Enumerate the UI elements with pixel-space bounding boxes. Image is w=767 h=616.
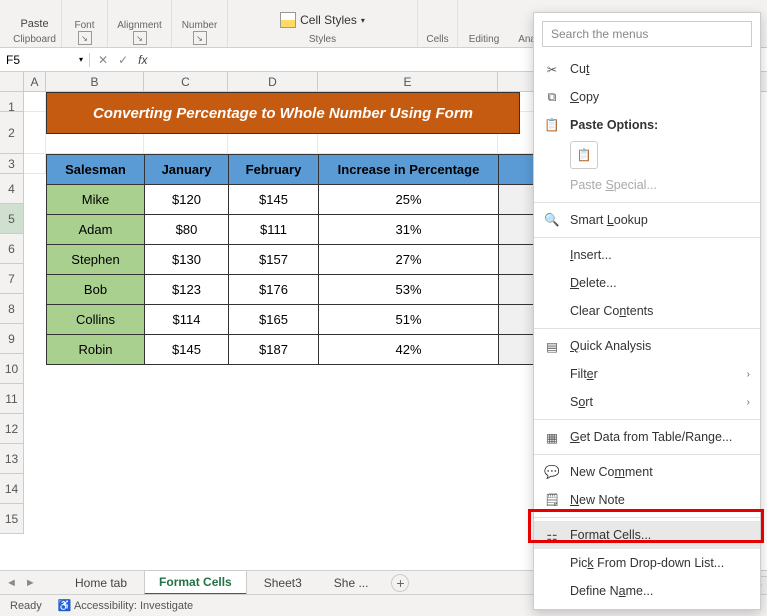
styles-group-label: Styles — [309, 34, 336, 45]
col-header-B[interactable]: B — [46, 72, 144, 91]
row-header[interactable]: 14 — [0, 474, 24, 504]
accept-formula-icon[interactable]: ✓ — [118, 53, 128, 67]
clipboard-group-label: Clipboard — [13, 34, 56, 45]
paste-button[interactable]: Paste — [14, 16, 54, 32]
menu-copy[interactable]: ⧉Copy — [534, 83, 760, 111]
row-header[interactable]: 11 — [0, 384, 24, 414]
tab-sheet3[interactable]: Sheet3 — [249, 571, 317, 594]
quick-analysis-icon: ▤ — [544, 338, 560, 354]
menu-quick-analysis[interactable]: ▤Quick Analysis — [534, 332, 760, 360]
menu-new-comment[interactable]: 💬New Comment — [534, 458, 760, 486]
menu-define-name[interactable]: Define Name... — [534, 577, 760, 605]
tab-format-cells[interactable]: Format Cells — [144, 570, 247, 595]
format-cells-icon: ⚏ — [544, 527, 560, 543]
table-header-salesman[interactable]: Salesman — [47, 155, 145, 185]
menu-format-cells[interactable]: ⚏Format Cells... — [534, 521, 760, 549]
select-all-corner[interactable] — [0, 72, 24, 91]
tab-home[interactable]: Home tab — [60, 571, 142, 594]
menu-paste-special: Paste Special... — [534, 171, 760, 199]
col-header-E[interactable]: E — [318, 72, 498, 91]
menu-pick-dropdown[interactable]: Pick From Drop-down List... — [534, 549, 760, 577]
table-row: Bob$123$17653% — [47, 275, 609, 305]
name-box[interactable]: F5 ▾ — [0, 53, 90, 67]
col-header-C[interactable]: C — [144, 72, 228, 91]
menu-cut[interactable]: ✂Cut — [534, 55, 760, 83]
clipboard-icon: 📋 — [544, 117, 560, 133]
cell-styles-button[interactable]: Cell Styles ▾ — [274, 8, 371, 32]
table-header-february[interactable]: February — [229, 155, 319, 185]
title-banner: Converting Percentage to Whole Number Us… — [46, 92, 520, 134]
row-header[interactable]: 3 — [0, 154, 24, 174]
row-header[interactable]: 10 — [0, 354, 24, 384]
number-group-label: Number — [182, 20, 218, 31]
row-header[interactable]: 6 — [0, 234, 24, 264]
chevron-right-icon: › — [747, 369, 750, 380]
chevron-right-icon: › — [747, 397, 750, 408]
table-header-january[interactable]: January — [145, 155, 229, 185]
menu-smart-lookup[interactable]: 🔍Smart Lookup — [534, 206, 760, 234]
row-header[interactable]: 2 — [0, 112, 24, 154]
row-header[interactable]: 1 — [0, 92, 24, 112]
cell-styles-icon — [280, 12, 296, 28]
row-header[interactable]: 5 — [0, 204, 24, 234]
menu-paste-options-label: 📋Paste Options: — [534, 111, 760, 139]
chevron-down-icon: ▾ — [361, 16, 365, 25]
new-sheet-button[interactable]: + — [391, 574, 409, 592]
menu-filter[interactable]: Filter› — [534, 360, 760, 388]
col-header-A[interactable]: A — [24, 72, 46, 91]
table-row: Stephen$130$15727% — [47, 245, 609, 275]
paste-option-button[interactable]: 📋 — [570, 141, 598, 169]
menu-clear-contents[interactable]: Clear Contents — [534, 297, 760, 325]
copy-icon: ⧉ — [544, 89, 560, 105]
table-row: Collins$114$16551% — [47, 305, 609, 335]
row-header[interactable]: 7 — [0, 264, 24, 294]
alignment-group-label: Alignment — [117, 20, 161, 31]
col-header-D[interactable]: D — [228, 72, 318, 91]
lightbulb-icon: 🔍 — [544, 212, 560, 228]
context-menu: Search the menus ✂Cut ⧉Copy 📋Paste Optio… — [533, 12, 761, 610]
row-header[interactable]: 13 — [0, 444, 24, 474]
menu-new-note[interactable]: 🗒New Note — [534, 486, 760, 514]
menu-sort[interactable]: Sort› — [534, 388, 760, 416]
row-header[interactable]: 9 — [0, 324, 24, 354]
menu-get-data[interactable]: ▦Get Data from Table/Range... — [534, 423, 760, 451]
scissors-icon: ✂ — [544, 61, 560, 77]
row-header[interactable]: 8 — [0, 294, 24, 324]
table-row: Mike$120$14525% — [47, 185, 609, 215]
row-header[interactable]: 4 — [0, 174, 24, 204]
menu-insert[interactable]: Insert... — [534, 241, 760, 269]
table-icon: ▦ — [544, 429, 560, 445]
data-table: Salesman January February Increase in Pe… — [46, 154, 609, 365]
status-ready: Ready — [10, 600, 42, 612]
table-row: Robin$145$18742% — [47, 335, 609, 365]
tab-nav-prev-icon[interactable]: ◄ — [6, 577, 17, 589]
editing-group-label: Editing — [469, 34, 500, 45]
menu-delete[interactable]: Delete... — [534, 269, 760, 297]
cancel-formula-icon[interactable]: ✕ — [98, 53, 108, 67]
menu-search-input[interactable]: Search the menus — [542, 21, 752, 47]
row-header[interactable]: 15 — [0, 504, 24, 534]
cells-group-label: Cells — [426, 34, 448, 45]
chevron-down-icon: ▾ — [79, 55, 83, 64]
tab-nav-next-icon[interactable]: ► — [25, 577, 36, 589]
fx-label[interactable]: fx — [138, 53, 147, 67]
number-launcher-icon[interactable]: ↘ — [193, 31, 207, 45]
comment-icon: 💬 — [544, 464, 560, 480]
alignment-launcher-icon[interactable]: ↘ — [133, 31, 147, 45]
row-header[interactable]: 12 — [0, 414, 24, 444]
table-header-increase[interactable]: Increase in Percentage — [319, 155, 499, 185]
tab-more[interactable]: She ... — [319, 571, 384, 594]
note-icon: 🗒 — [544, 492, 560, 508]
accessibility-status[interactable]: ♿ Accessibility: Investigate — [58, 599, 193, 612]
table-row: Adam$80$11131% — [47, 215, 609, 245]
font-launcher-icon[interactable]: ↘ — [78, 31, 92, 45]
font-group-label: Font — [74, 20, 94, 31]
